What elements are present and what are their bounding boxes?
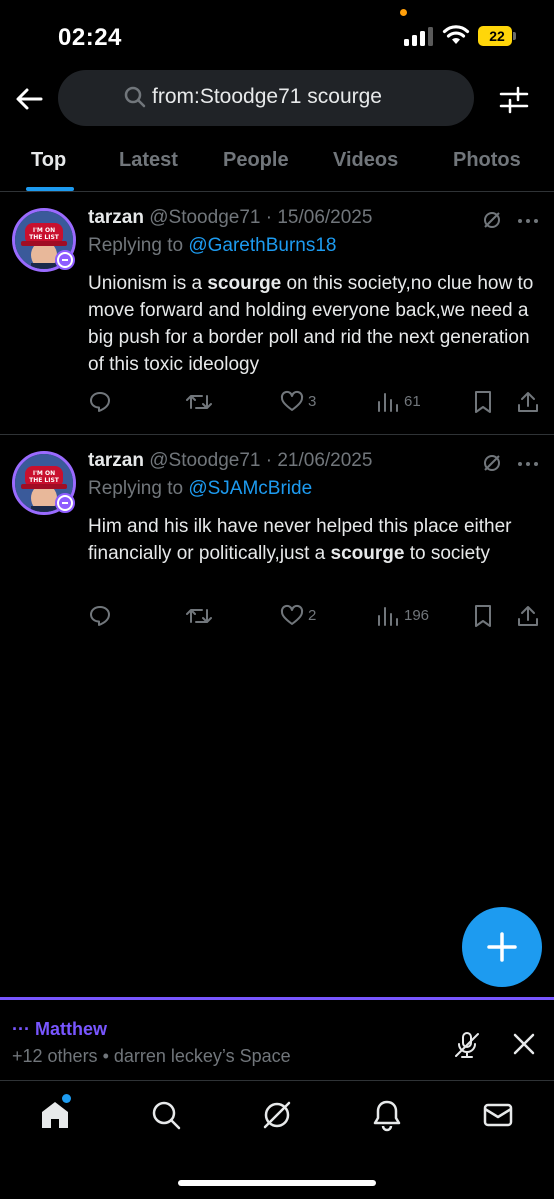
view-count: 61 [404, 393, 421, 410]
tweet-header: tarzan @Stoodge71 · 15/06/2025 [88, 207, 372, 229]
search-query: from:Stoodge71 scourge [152, 85, 382, 108]
active-tab-indicator [26, 187, 74, 191]
tweet-text: Unionism is a scourge on this society,no… [88, 273, 534, 375]
like-icon [280, 390, 304, 411]
grok-icon[interactable] [482, 453, 502, 473]
reply-icon [90, 606, 110, 626]
more-icon[interactable] [516, 211, 540, 231]
handle-and-date: @Stoodge71 · 15/06/2025 [149, 207, 373, 228]
filter-icon[interactable] [498, 84, 530, 116]
share-icon [518, 392, 538, 412]
wifi-icon [442, 25, 470, 44]
space-subtitle: +12 others • darren leckey’s Space [12, 1046, 291, 1066]
space-dock[interactable]: ··· Matthew +12 others • darren leckey’s… [0, 997, 554, 1081]
views-icon [378, 607, 398, 626]
compose-button[interactable] [462, 907, 542, 987]
bookmark-icon [475, 605, 491, 627]
close-icon[interactable] [512, 1032, 536, 1056]
tweet-text: Him and his ilk have never helped this p… [88, 516, 512, 564]
grok-icon[interactable] [260, 1098, 294, 1132]
retweet-icon [186, 609, 212, 623]
explore-icon[interactable] [149, 1098, 183, 1132]
notifications-icon[interactable] [370, 1098, 404, 1132]
bookmark-icon [475, 391, 491, 413]
svg-text:THE LIST: THE LIST [29, 234, 60, 241]
more-icon[interactable] [516, 454, 540, 474]
subscriber-badge-icon [55, 250, 75, 270]
back-arrow-icon[interactable] [14, 84, 44, 114]
display-name[interactable]: tarzan [88, 450, 144, 471]
handle-and-date: @Stoodge71 · 21/06/2025 [149, 450, 373, 471]
svg-text:I'M ON: I'M ON [33, 227, 55, 234]
tab-photos[interactable]: Photos [453, 149, 521, 172]
tweet[interactable]: I'M ON THE LIST tarzan @Stoodge71 · 15/0… [0, 193, 554, 435]
display-name[interactable]: tarzan [88, 207, 144, 228]
cellular-signal-icon [404, 27, 433, 46]
status-time: 02:24 [58, 24, 122, 51]
privacy-indicator-dot [400, 9, 407, 16]
reply-icon [90, 392, 110, 412]
view-count: 196 [404, 607, 430, 624]
tweet-actions: 3 61 [0, 390, 554, 420]
search-input[interactable]: from:Stoodge71 scourge [58, 70, 474, 126]
tab-people[interactable]: People [223, 149, 289, 172]
status-bar: 02:24 22 [0, 0, 554, 70]
reply-mention-link[interactable]: @SJAMcBride [188, 478, 312, 499]
subscriber-badge-icon [55, 493, 75, 513]
home-notification-dot [62, 1094, 71, 1103]
mic-off-icon[interactable] [452, 1030, 482, 1060]
tweet[interactable]: I'M ON THE LIST tarzan @Stoodge71 · 21/0… [0, 436, 554, 646]
tweet-actions: 2 196 [0, 604, 554, 634]
plus-icon [487, 932, 517, 962]
battery-level: 22 [489, 28, 505, 44]
reply-mention-link[interactable]: @GarethBurns18 [188, 235, 336, 256]
search-header: from:Stoodge71 scourge [0, 70, 554, 130]
svg-text:THE LIST: THE LIST [29, 477, 60, 484]
bottom-nav [0, 1082, 554, 1152]
svg-text:I'M ON: I'M ON [33, 470, 55, 477]
tweet-header: tarzan @Stoodge71 · 21/06/2025 [88, 450, 372, 472]
share-icon [518, 606, 538, 626]
messages-icon[interactable] [481, 1098, 515, 1132]
grok-icon[interactable] [482, 210, 502, 230]
home-indicator[interactable] [178, 1180, 376, 1186]
like-count: 3 [308, 393, 317, 410]
space-host: ··· Matthew [12, 1019, 107, 1039]
tab-latest[interactable]: Latest [119, 149, 178, 172]
views-icon [378, 393, 398, 412]
retweet-icon [186, 395, 212, 409]
replying-to: Replying to @GarethBurns18 [88, 235, 337, 256]
replying-to: Replying to @SJAMcBride [88, 478, 313, 499]
battery-icon: 22 [478, 26, 516, 46]
like-icon [280, 604, 304, 625]
like-count: 2 [308, 607, 317, 624]
tab-videos[interactable]: Videos [333, 149, 398, 172]
search-icon [124, 86, 146, 108]
tab-top[interactable]: Top [31, 149, 66, 172]
search-tabs: Top Latest People Videos Photos [0, 132, 554, 192]
home-icon[interactable] [38, 1098, 72, 1132]
